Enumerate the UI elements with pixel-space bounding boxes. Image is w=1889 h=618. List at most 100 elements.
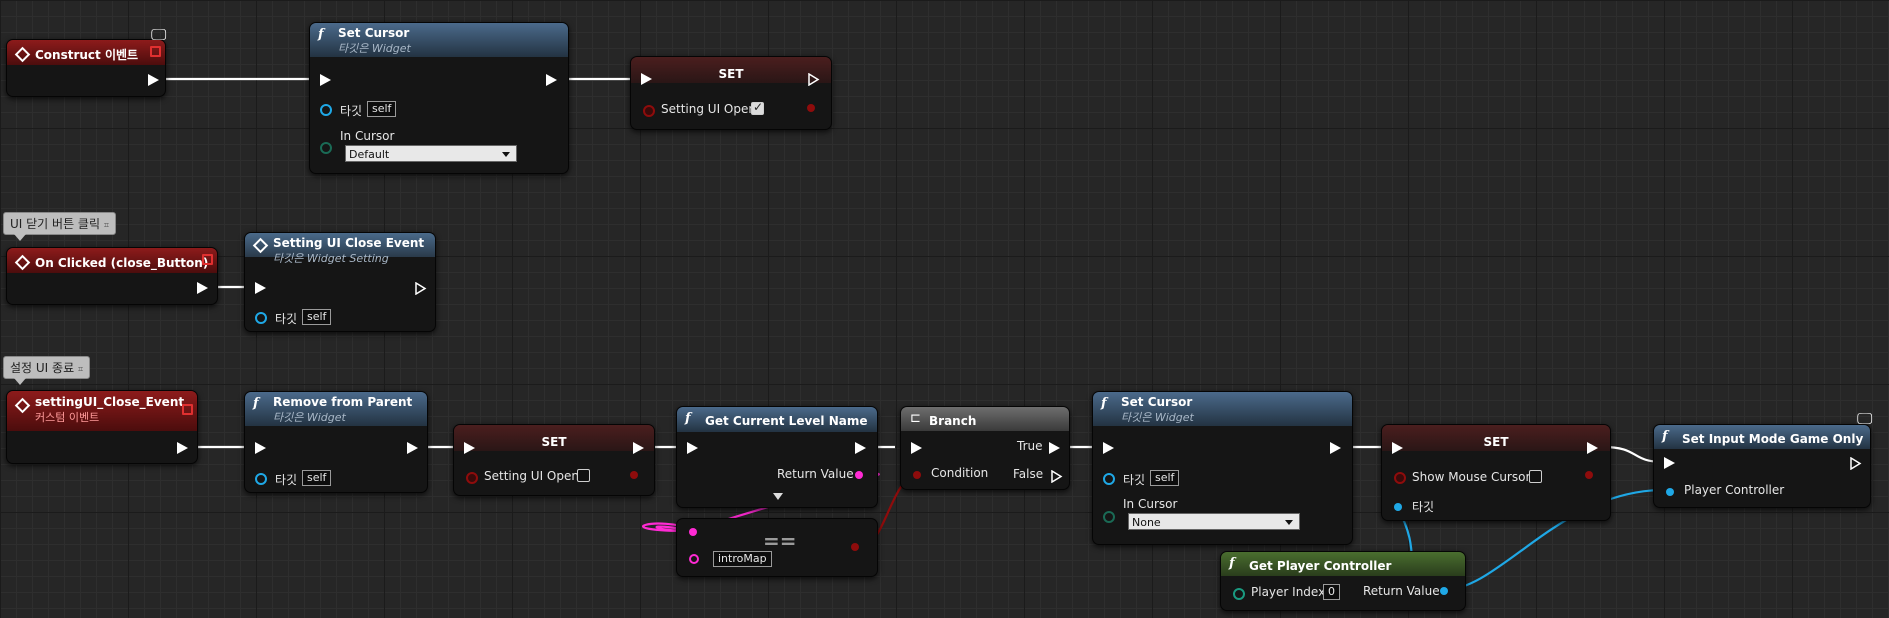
exec-in-pin[interactable] [641, 73, 652, 85]
chevron-down-icon [502, 152, 510, 157]
construct-event-node[interactable]: Construct 이벤트 [6, 39, 166, 97]
exec-in-pin[interactable] [320, 74, 331, 86]
target-value[interactable]: self [1150, 470, 1180, 486]
in-cursor-label: In Cursor [1123, 497, 1178, 511]
target-pin[interactable] [255, 473, 267, 485]
exec-out-pin[interactable] [1850, 457, 1862, 470]
in-cursor-pin[interactable] [320, 142, 332, 154]
target-value[interactable]: self [367, 101, 397, 117]
show-mouse-cursor-checkbox[interactable] [1529, 470, 1542, 483]
node-title: SET [1483, 435, 1509, 449]
target-pin[interactable] [320, 104, 332, 116]
node-title: Set Input Mode Game Only [1682, 432, 1864, 446]
exec-out-pin[interactable] [148, 74, 159, 86]
node-title: Remove from Parent [273, 395, 413, 409]
bool-out-pin[interactable] [630, 471, 638, 479]
set-show-mouse-cursor-node[interactable]: SET Show Mouse Cursor 타깃 [1381, 424, 1611, 521]
exec-out-pin[interactable] [415, 282, 427, 295]
on-clicked-event-node[interactable]: On Clicked (close_Button) [6, 247, 218, 305]
node-title: SET [541, 435, 567, 449]
branch-node[interactable]: ⊏ Branch True Condition False [900, 406, 1070, 490]
exec-in-pin[interactable] [1392, 442, 1403, 454]
exec-in-pin[interactable] [1103, 442, 1114, 454]
remove-from-parent-node[interactable]: f Remove from Parent 타깃은 Widget 타깃 self [244, 391, 428, 493]
player-controller-pin[interactable] [1666, 488, 1674, 496]
exec-in-pin[interactable] [911, 442, 922, 454]
bool-out-pin[interactable] [851, 543, 859, 551]
exec-out-pin[interactable] [177, 442, 188, 454]
chevron-down-icon [1285, 520, 1293, 525]
exec-out-pin[interactable] [197, 282, 208, 294]
player-index-value[interactable]: 0 [1323, 584, 1340, 600]
exec-out-pin[interactable] [633, 442, 644, 454]
set-input-mode-game-only-node[interactable]: f Set Input Mode Game Only Player Contro… [1653, 424, 1871, 508]
bool-in-pin[interactable] [466, 472, 478, 484]
target-label: 타깃 [1412, 500, 1435, 514]
blueprint-graph[interactable]: Construct 이벤트 🖵 f Set Cursor 타깃은 Widget … [0, 0, 1889, 618]
target-pin[interactable] [1394, 503, 1402, 511]
string-in-pin-b[interactable] [689, 554, 699, 564]
node-subtitle: 타깃은 Widget [1121, 411, 1194, 424]
set-setting-ui-open-false-node[interactable]: SET Setting UI Open [453, 424, 655, 496]
var-label: Show Mouse Cursor [1412, 470, 1531, 484]
player-index-pin[interactable] [1233, 588, 1245, 600]
in-cursor-label: In Cursor [340, 129, 395, 143]
function-icon: f [253, 396, 259, 411]
exec-in-pin[interactable] [464, 442, 475, 454]
setting-ui-open-checkbox[interactable] [577, 469, 590, 482]
set-cursor-node[interactable]: f Set Cursor 타깃은 Widget 타깃 self In Curso… [309, 22, 569, 174]
delegate-pin-icon[interactable] [150, 46, 161, 57]
setting-ui-open-checkbox[interactable] [751, 100, 764, 115]
set-setting-ui-open-node[interactable]: SET Setting UI Open [630, 56, 832, 130]
bool-in-pin[interactable] [1394, 472, 1406, 484]
string-equals-node[interactable]: introMap == [676, 518, 878, 577]
node-title: SET [718, 67, 744, 81]
false-label: False [1013, 467, 1044, 481]
bool-in-pin[interactable] [643, 105, 655, 117]
target-label: 타깃 [275, 473, 298, 487]
condition-label: Condition [931, 466, 989, 480]
bool-out-pin[interactable] [807, 104, 815, 112]
in-cursor-dropdown[interactable]: None [1128, 513, 1300, 530]
exec-true-pin[interactable] [1049, 442, 1060, 454]
event-diamond-icon [252, 237, 269, 254]
exec-in-pin[interactable] [255, 442, 266, 454]
exec-in-pin[interactable] [687, 442, 698, 454]
node-subtitle: 타깃은 Widget [273, 411, 346, 424]
object-out-pin[interactable] [1440, 587, 1448, 595]
in-cursor-dropdown[interactable]: Default [345, 145, 517, 162]
custom-event-node[interactable]: settingUI_Close_Event 커스텀 이벤트 [6, 390, 198, 464]
get-player-controller-node[interactable]: f Get Player Controller Player Index 0 R… [1220, 551, 1466, 611]
string-in-pin-a[interactable] [689, 528, 697, 536]
comment-bubble[interactable]: 설정 UI 종료 ⌗ [3, 356, 91, 385]
comment-bubble[interactable]: UI 닫기 버튼 클릭 ⌗ [3, 212, 116, 241]
exec-out-pin[interactable] [546, 74, 557, 86]
exec-out-pin[interactable] [1587, 442, 1598, 454]
target-pin[interactable] [255, 312, 267, 324]
string-out-pin[interactable] [855, 471, 863, 479]
delegate-pin-icon[interactable] [202, 254, 213, 265]
target-pin[interactable] [1103, 473, 1115, 485]
setting-ui-close-event-call-node[interactable]: Setting UI Close Event 타깃은 Widget Settin… [244, 232, 436, 332]
compare-value[interactable]: introMap [713, 551, 772, 567]
target-value[interactable]: self [302, 470, 332, 486]
get-current-level-name-node[interactable]: f Get Current Level Name Return Value [676, 406, 878, 508]
exec-out-pin[interactable] [855, 442, 866, 454]
monitor-icon: 🖵 [1857, 409, 1873, 428]
set-cursor-none-node[interactable]: f Set Cursor 타깃은 Widget 타깃 self In Curso… [1092, 391, 1353, 545]
bool-out-pin[interactable] [1585, 471, 1593, 479]
exec-in-pin[interactable] [255, 282, 266, 294]
condition-pin[interactable] [913, 471, 921, 479]
node-title: Get Player Controller [1249, 559, 1392, 573]
exec-out-pin[interactable] [1330, 442, 1341, 454]
exec-in-pin[interactable] [1664, 457, 1675, 469]
event-diamond-icon [14, 254, 31, 271]
exec-out-pin[interactable] [808, 73, 820, 86]
exec-false-pin[interactable] [1051, 470, 1063, 483]
in-cursor-pin[interactable] [1103, 511, 1115, 523]
target-label: 타깃 [1123, 473, 1146, 487]
expand-arrow-icon[interactable] [773, 493, 783, 500]
exec-out-pin[interactable] [407, 442, 418, 454]
target-value[interactable]: self [302, 309, 332, 325]
delegate-pin-icon[interactable] [182, 404, 193, 415]
